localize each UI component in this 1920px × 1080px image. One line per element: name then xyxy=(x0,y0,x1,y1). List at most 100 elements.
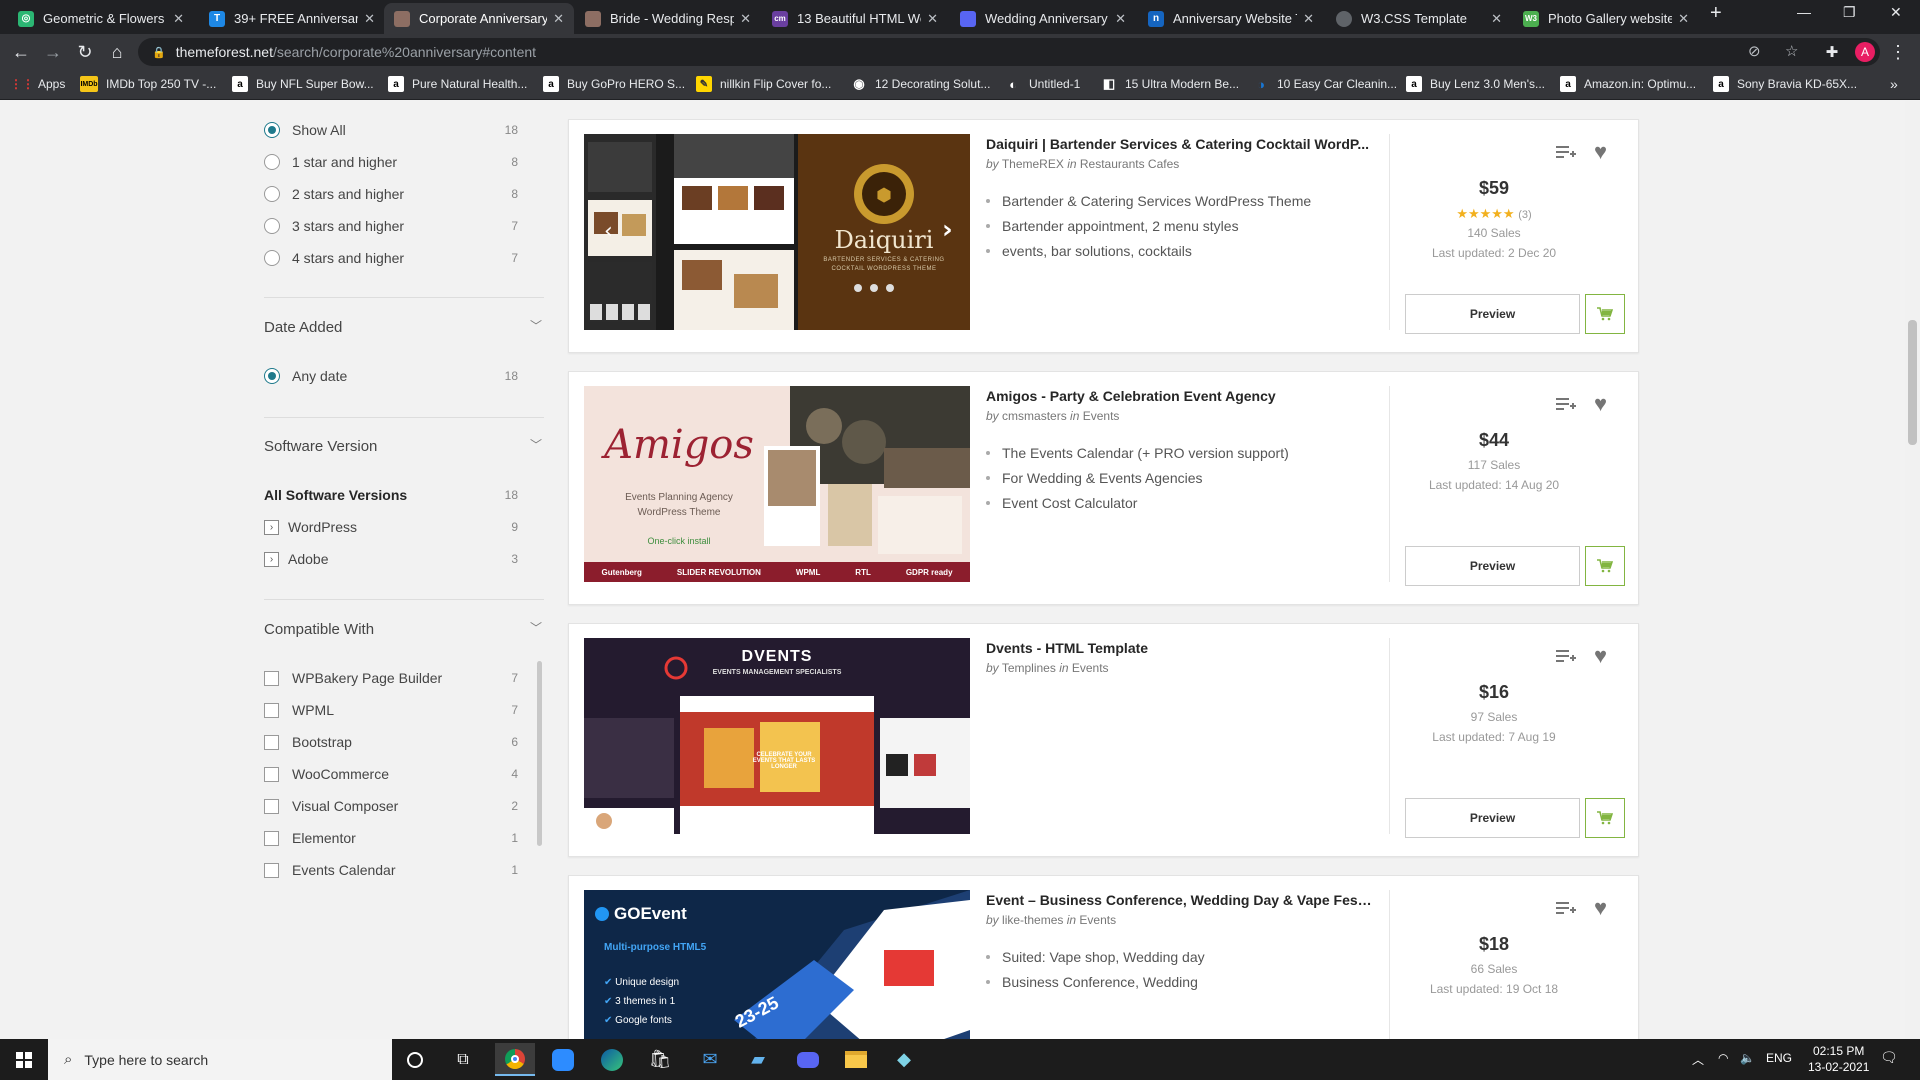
bookmark-item[interactable]: a Pure Natural Health... xyxy=(388,76,527,92)
extensions-icon[interactable]: ✚ xyxy=(1820,40,1844,64)
bookmark-item[interactable]: ◐ Untitled-1 xyxy=(1005,76,1080,92)
wifi-icon[interactable]: ◠ xyxy=(1718,1051,1728,1065)
compat-option[interactable]: WPBakery Page Builder 7 xyxy=(264,667,544,689)
close-window-icon[interactable]: ✕ xyxy=(1890,4,1902,21)
add-to-collection-icon[interactable] xyxy=(1556,144,1576,160)
back-icon[interactable]: ← xyxy=(9,40,33,64)
rating-option-show-all[interactable]: Show All 18 xyxy=(264,119,544,141)
browser-tab-active[interactable]: Corporate Anniversary ✕ xyxy=(384,3,574,34)
tab-close-icon[interactable]: ✕ xyxy=(740,11,751,27)
restore-icon[interactable]: ❐ xyxy=(1843,4,1856,21)
product-title[interactable]: Amigos - Party & Celebration Event Agenc… xyxy=(986,388,1376,404)
bookmark-item[interactable]: ✎ nillkin Flip Cover fo... xyxy=(696,76,831,92)
chrome-taskbar-icon[interactable] xyxy=(495,1043,535,1076)
tab-close-icon[interactable]: ✕ xyxy=(1303,11,1314,27)
bookmark-item[interactable]: ◉ 12 Decorating Solut... xyxy=(851,76,990,92)
browser-tab[interactable]: Bride - Wedding Respo ✕ xyxy=(575,3,761,34)
menu-icon[interactable]: ⋮ xyxy=(1886,40,1910,64)
page-scrollbar-thumb[interactable] xyxy=(1908,320,1917,445)
radio-button[interactable] xyxy=(264,218,280,234)
address-bar[interactable]: 🔒 themeforest.net/search/corporate%20ann… xyxy=(138,38,1880,66)
add-to-cart-button[interactable] xyxy=(1585,798,1625,838)
checkbox[interactable] xyxy=(264,702,279,718)
author-link[interactable]: ThemeREX xyxy=(1002,157,1064,171)
product-thumbnail[interactable]: ⬢ ‹ › Daiquiri BARTENDER SERVICES & CATE… xyxy=(584,134,970,330)
rating-option[interactable]: 4 stars and higher 7 xyxy=(264,247,544,269)
category-link[interactable]: Events xyxy=(1083,409,1120,423)
software-option[interactable]: › WordPress 9 xyxy=(264,516,544,538)
author-link[interactable]: cmsmasters xyxy=(1002,409,1067,423)
forward-icon[interactable]: → xyxy=(41,40,65,64)
software-option[interactable]: › Adobe 3 xyxy=(264,548,544,570)
author-link[interactable]: like-themes xyxy=(1002,913,1063,927)
rating-option[interactable]: 2 stars and higher 8 xyxy=(264,183,544,205)
compat-option[interactable]: Events Calendar 1 xyxy=(264,859,544,881)
favorite-heart-icon[interactable]: ♥ xyxy=(1594,391,1607,417)
filter-heading-compatible-with[interactable]: Compatible With ﹀ xyxy=(264,621,544,638)
bookmark-item[interactable]: ◧ 15 Ultra Modern Be... xyxy=(1101,76,1239,92)
checkbox[interactable] xyxy=(264,862,279,878)
product-thumbnail[interactable]: DVENTS EVENTS MANAGEMENT SPECIALISTS CEL… xyxy=(584,638,970,834)
compat-option[interactable]: Visual Composer 2 xyxy=(264,795,544,817)
browser-tab[interactable]: T 39+ FREE Anniversary I ✕ xyxy=(199,3,385,34)
radio-button[interactable] xyxy=(264,186,280,202)
checkbox[interactable] xyxy=(264,830,279,846)
rating-option[interactable]: 1 star and higher 8 xyxy=(264,151,544,173)
tab-close-icon[interactable]: ✕ xyxy=(1115,11,1126,27)
new-tab-icon[interactable]: + xyxy=(1710,2,1722,25)
checkbox[interactable] xyxy=(264,766,279,782)
volume-icon[interactable]: 🔈 xyxy=(1740,1051,1755,1065)
discord-taskbar-icon[interactable] xyxy=(788,1043,828,1076)
compat-option[interactable]: Bootstrap 6 xyxy=(264,731,544,753)
compat-option[interactable]: WooCommerce 4 xyxy=(264,763,544,785)
profile-avatar[interactable]: A xyxy=(1853,40,1877,64)
radio-button[interactable] xyxy=(264,250,280,266)
bookmark-star-icon[interactable]: ☆ xyxy=(1785,42,1798,60)
preview-button[interactable]: Preview xyxy=(1405,798,1580,838)
chevron-down-icon[interactable]: ﹀ xyxy=(530,436,542,453)
preview-button[interactable]: Preview xyxy=(1405,294,1580,334)
minimize-icon[interactable]: — xyxy=(1797,4,1811,20)
filter-heading-date-added[interactable]: Date Added ﹀ xyxy=(264,319,544,336)
add-to-collection-icon[interactable] xyxy=(1556,648,1576,664)
tab-close-icon[interactable]: ✕ xyxy=(927,11,938,27)
reload-icon[interactable]: ↻ xyxy=(73,40,97,64)
cortana-icon[interactable] xyxy=(395,1043,435,1076)
expand-icon[interactable]: › xyxy=(264,551,279,567)
preview-button[interactable]: Preview xyxy=(1405,546,1580,586)
chevron-down-icon[interactable]: ﹀ xyxy=(530,317,542,334)
favorite-heart-icon[interactable]: ♥ xyxy=(1594,895,1607,921)
bookmark-item[interactable]: a Sony Bravia KD-65X... xyxy=(1713,76,1857,92)
tab-close-icon[interactable]: ✕ xyxy=(553,11,564,27)
tracking-blocked-icon[interactable]: ⊘ xyxy=(1748,42,1761,60)
rating-option[interactable]: 3 stars and higher 7 xyxy=(264,215,544,237)
bookmark-item[interactable]: a Buy NFL Super Bow... xyxy=(232,76,374,92)
category-link[interactable]: Events xyxy=(1072,661,1109,675)
tab-close-icon[interactable]: ✕ xyxy=(1678,11,1689,27)
app-taskbar-icon[interactable]: ◆ xyxy=(884,1043,924,1076)
language-indicator[interactable]: ENG xyxy=(1766,1051,1792,1065)
product-thumbnail[interactable]: GOEvent Multi-purpose HTML5 ✔ Unique des… xyxy=(584,890,970,1039)
zoom-taskbar-icon[interactable] xyxy=(543,1043,583,1076)
radio-button[interactable] xyxy=(264,122,280,138)
product-title[interactable]: Event – Business Conference, Wedding Day… xyxy=(986,892,1376,908)
bookmark-item[interactable]: a Buy Lenz 3.0 Men's... xyxy=(1406,76,1545,92)
browser-tab[interactable]: W3 Photo Gallery website I ✕ xyxy=(1513,3,1699,34)
bookmark-item[interactable]: ◑ 10 Easy Car Cleanin... xyxy=(1253,76,1397,92)
task-view-icon[interactable]: ⧉ xyxy=(443,1043,483,1076)
store-taskbar-icon[interactable]: 🛍 xyxy=(640,1043,680,1076)
radio-button[interactable] xyxy=(264,368,280,384)
compat-option[interactable]: Elementor 1 xyxy=(264,827,544,849)
page-scrollbar-track[interactable] xyxy=(1905,101,1920,1039)
add-to-collection-icon[interactable] xyxy=(1556,900,1576,916)
expand-icon[interactable]: › xyxy=(264,519,279,535)
add-to-collection-icon[interactable] xyxy=(1556,396,1576,412)
app-taskbar-icon[interactable]: ▰ xyxy=(738,1043,778,1076)
edge-taskbar-icon[interactable] xyxy=(592,1043,632,1076)
category-link[interactable]: Events xyxy=(1079,913,1116,927)
home-icon[interactable]: ⌂ xyxy=(105,40,129,64)
browser-tab[interactable]: ◎ Geometric & Flowers - ✕ xyxy=(8,3,194,34)
product-title[interactable]: Daiquiri | Bartender Services & Catering… xyxy=(986,136,1376,152)
bookmark-item[interactable]: a Buy GoPro HERO S... xyxy=(543,76,685,92)
author-link[interactable]: Templines xyxy=(1002,661,1056,675)
